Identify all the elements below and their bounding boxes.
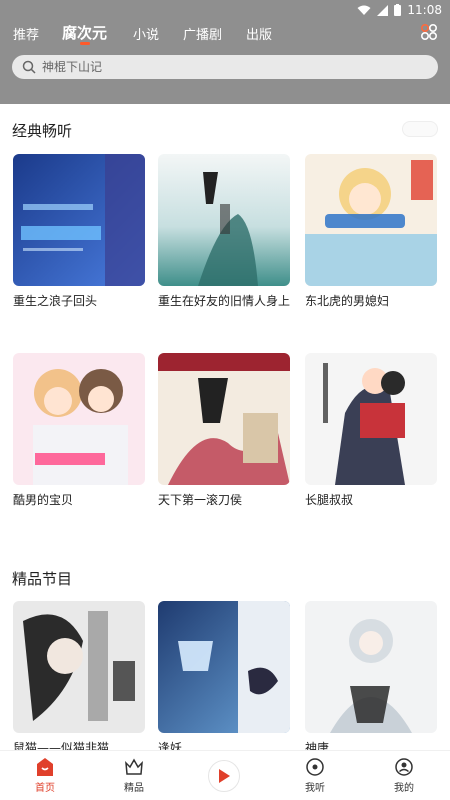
apps-icon[interactable]	[420, 23, 438, 41]
search-input[interactable]	[42, 60, 402, 74]
book-card[interactable]: 酷男的宝贝	[13, 353, 145, 508]
nav-label-listening: 我听	[305, 783, 325, 794]
book-title: 天下第一滚刀侯	[158, 493, 243, 507]
search-bar[interactable]	[12, 55, 438, 79]
book-cover	[158, 601, 290, 733]
book-title: 重生之浪子回头	[13, 294, 98, 308]
app-screen: 11:08 推荐 腐次元 小说 广播剧 出版 经典畅听	[0, 0, 450, 800]
play-icon	[219, 769, 230, 783]
book-card[interactable]: 重生之浪子回头	[13, 154, 145, 309]
book-title: 东北虎的男媳妇	[305, 294, 390, 308]
section-title-classic: 经典畅听	[12, 122, 73, 140]
tab-radio-drama[interactable]: 广播剧	[183, 24, 222, 43]
play-button[interactable]	[208, 760, 240, 792]
book-cover	[158, 154, 290, 286]
book-card[interactable]: 东北虎的男媳妇	[305, 154, 437, 309]
section-more-toggle[interactable]	[402, 121, 438, 137]
nav-home[interactable]: 首页	[15, 751, 75, 800]
book-title: 酷男的宝贝	[13, 493, 74, 507]
search-icon	[22, 60, 36, 74]
book-title: 长腿叔叔	[305, 493, 354, 507]
book-card[interactable]: 逢妖	[158, 601, 290, 756]
nav-label-home: 首页	[35, 783, 55, 794]
book-cover	[158, 353, 290, 485]
header: 11:08 推荐 腐次元 小说 广播剧 出版	[0, 0, 450, 104]
section-title-premium: 精品节目	[12, 570, 73, 588]
tab-bar: 推荐 腐次元 小说 广播剧 出版	[0, 20, 450, 50]
signal-icon	[377, 4, 389, 16]
book-cover	[305, 154, 437, 286]
tab-publishing[interactable]: 出版	[246, 24, 272, 43]
nav-listening[interactable]: 我听	[285, 751, 345, 800]
book-cover	[305, 353, 437, 485]
book-cover	[305, 601, 437, 733]
book-card[interactable]: 神唐	[305, 601, 437, 756]
bottom-nav: 首页 精品 我听 我的	[0, 750, 450, 800]
nav-profile[interactable]: 我的	[374, 751, 434, 800]
book-card[interactable]: 长腿叔叔	[305, 353, 437, 508]
nav-label-profile: 我的	[394, 783, 414, 794]
book-cover	[13, 601, 145, 733]
book-title: 重生在好友的旧情人身上	[158, 294, 290, 308]
wifi-icon	[357, 5, 371, 15]
nav-premium[interactable]: 精品	[104, 751, 164, 800]
status-bar: 11:08	[0, 0, 450, 20]
tab-novel[interactable]: 小说	[133, 24, 159, 43]
disc-icon	[306, 758, 324, 776]
book-cover	[13, 353, 145, 485]
profile-icon	[395, 758, 413, 776]
home-icon	[37, 758, 53, 776]
tab-recommend[interactable]: 推荐	[13, 24, 39, 43]
battery-icon	[394, 4, 402, 16]
tab-fuciyuan[interactable]: 腐次元	[62, 22, 107, 43]
book-card[interactable]: 鼠猫——似猫非猫	[13, 601, 145, 756]
crown-icon	[125, 758, 143, 775]
nav-label-premium: 精品	[124, 783, 144, 794]
book-card[interactable]: 天下第一滚刀侯	[158, 353, 290, 508]
book-cover	[13, 154, 145, 286]
book-card[interactable]: 重生在好友的旧情人身上	[158, 154, 290, 309]
status-time: 11:08	[407, 3, 442, 17]
tab-indicator	[80, 42, 90, 45]
